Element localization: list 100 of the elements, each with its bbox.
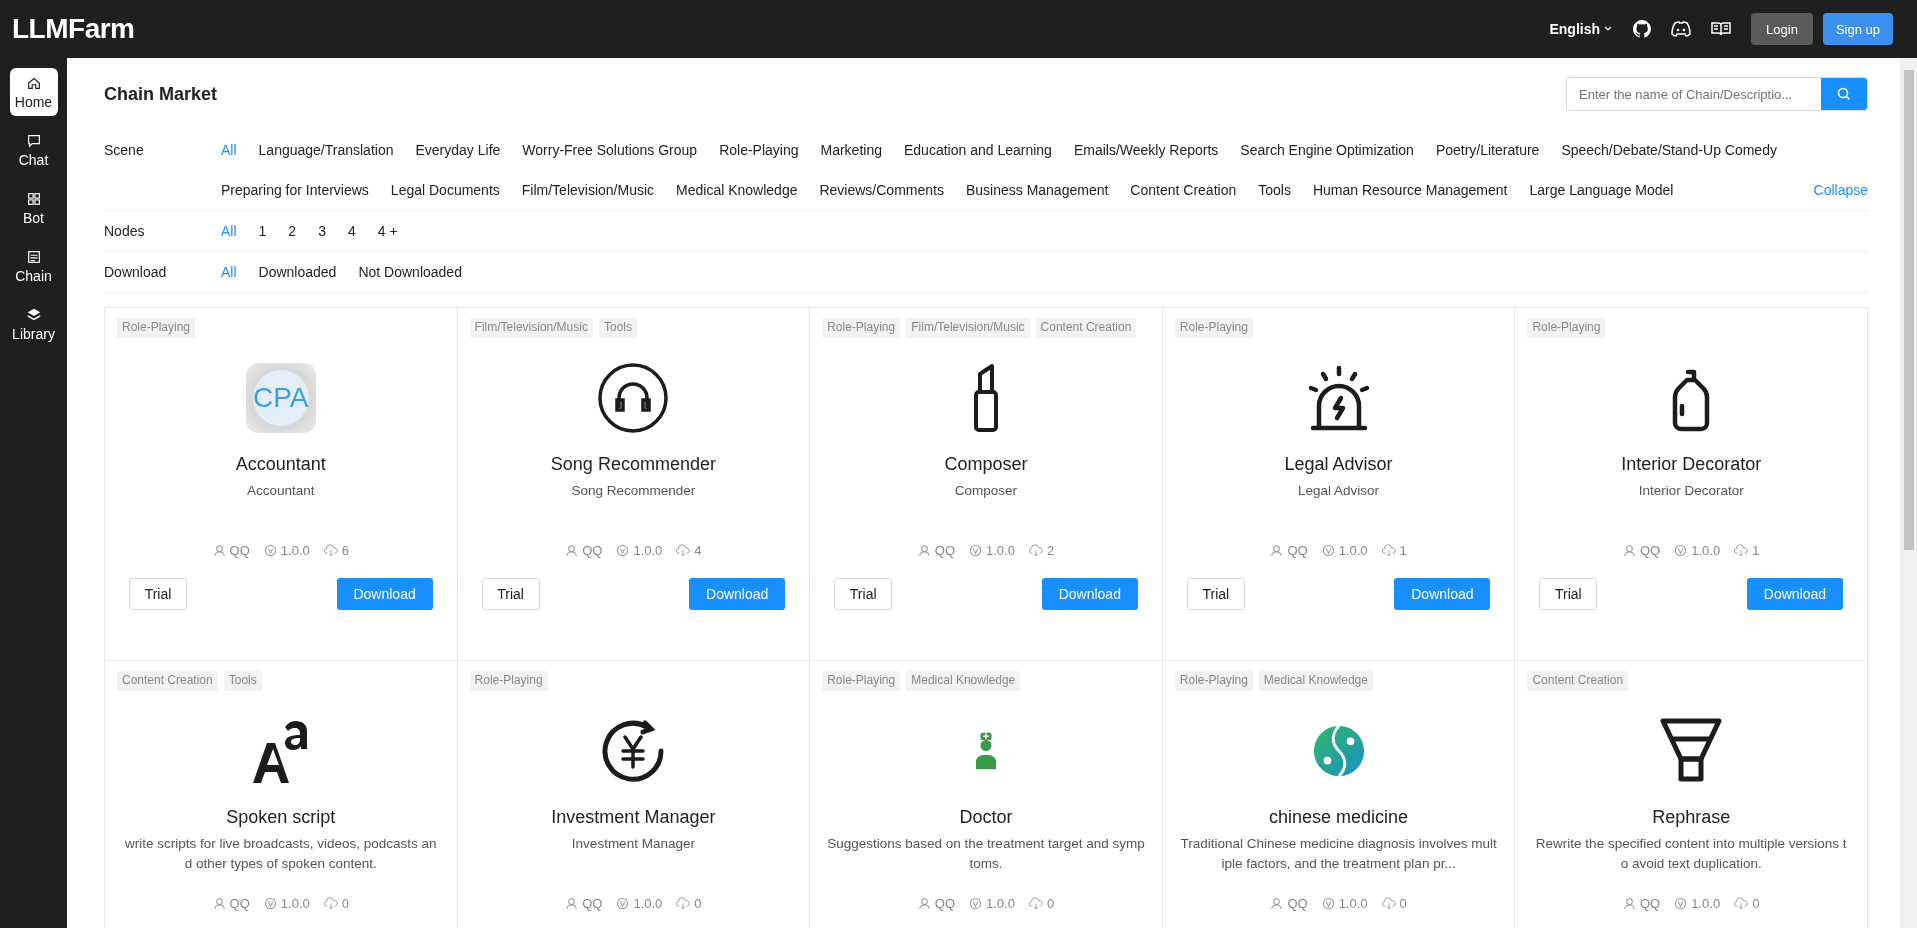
version-number: 1.0.0 [280, 543, 310, 558]
discord-icon[interactable] [1671, 21, 1691, 37]
version-badge-icon [1321, 897, 1335, 910]
filter-option[interactable]: Large Language Model [1529, 177, 1674, 203]
user-icon [1623, 544, 1636, 557]
card-title: Accountant [235, 454, 326, 475]
filter-option[interactable]: Preparing for Interviews [221, 177, 369, 203]
card-description: write scripts for live broadcasts, videos, podcasts and other types of spoken content. [124, 835, 438, 873]
filter-option[interactable]: Reviews/Comments [819, 177, 944, 203]
version-badge-icon [1321, 544, 1335, 557]
trial-button[interactable]: Trial [834, 578, 893, 610]
grid-icon [25, 190, 42, 207]
download-count: 6 [341, 543, 349, 558]
page-title: Chain Market [104, 83, 219, 105]
card-title: Doctor [959, 807, 1013, 828]
filter-option[interactable]: Downloaded [258, 259, 337, 285]
doctor-icon [975, 732, 997, 770]
card-title: Spoken script [226, 807, 336, 828]
filter-option[interactable]: Film/Television/Music [521, 177, 655, 203]
trial-button[interactable]: Trial [1186, 578, 1245, 610]
user-icon [565, 544, 579, 557]
sidebar-nav-item[interactable]: Home [9, 68, 58, 116]
filter-option[interactable]: Language/Translation [258, 137, 394, 163]
version-badge-icon [616, 544, 630, 557]
download-count: 1 [1399, 543, 1407, 558]
version-number: 1.0.0 [1691, 543, 1721, 558]
search-icon [1837, 87, 1851, 101]
filter-option[interactable]: Human Resource Management [1312, 177, 1508, 203]
user-icon [1270, 897, 1284, 910]
category-tag: Role-Playing [117, 318, 196, 338]
sidebar-nav-item[interactable]: Chain [9, 242, 58, 290]
card-description: Interior Decorator [1637, 482, 1745, 500]
filter-option[interactable]: Medical Knowledge [676, 177, 798, 203]
language-selector[interactable]: English [1549, 21, 1613, 37]
filter-option[interactable]: Not Downloaded [358, 259, 462, 285]
author-name: QQ [1287, 896, 1308, 911]
filter-label: Download [104, 263, 168, 282]
filter-option[interactable]: Worry-Free Solutions Group [522, 137, 698, 163]
card-description: Accountant [246, 482, 316, 500]
headphones-icon [597, 362, 670, 434]
sidebar-nav-item[interactable]: Chat [9, 126, 58, 174]
filter-option[interactable]: Education and Learning [903, 137, 1052, 163]
card-description: Investment Manager [570, 835, 696, 853]
filter-option[interactable]: Tools [1258, 177, 1291, 203]
filter-option[interactable]: 4 + [377, 218, 398, 244]
app-logo[interactable]: LLMFarm [12, 13, 135, 45]
card-title: Investment Manager [551, 807, 716, 828]
category-tag: Film/Television/Music [469, 318, 593, 338]
yin-yang-leaf-icon [1311, 724, 1366, 778]
card-title: Interior Decorator [1621, 454, 1762, 475]
trial-button[interactable]: Trial [129, 578, 187, 610]
search-button[interactable] [1821, 78, 1867, 110]
download-count: 1 [1752, 543, 1760, 558]
author-name: QQ [934, 896, 956, 911]
version-number: 1.0.0 [1691, 896, 1721, 911]
version-badge-icon [969, 544, 983, 557]
filter-option[interactable]: 4 [347, 218, 356, 244]
category-tag: Role-Playing [469, 671, 548, 691]
card-title: Rephrase [1652, 807, 1731, 828]
filter-option[interactable]: Role-Playing [719, 137, 799, 163]
filter-option[interactable]: Everyday Life [415, 137, 501, 163]
search-field[interactable]: Enter the name of Chain/Descriptio... [1566, 77, 1868, 111]
filter-option[interactable]: Content Creation [1130, 177, 1237, 203]
version-badge-icon [263, 544, 277, 557]
document-icon [25, 248, 42, 265]
filter-option[interactable]: Business Management [965, 177, 1109, 203]
author-name: QQ [582, 543, 603, 558]
login-button[interactable]: Login [1751, 13, 1813, 45]
user-icon [917, 897, 931, 910]
filter-option[interactable]: Emails/Weekly Reports [1073, 137, 1219, 163]
cloud-download-icon [1381, 897, 1396, 910]
author-name: QQ [1640, 543, 1661, 558]
filter-option[interactable]: 1 [258, 218, 267, 244]
filter-option[interactable]: Search Engine Optimization [1240, 137, 1414, 163]
author-name: QQ [1640, 896, 1661, 911]
cloud-download-icon [323, 544, 338, 557]
version-number: 1.0.0 [1338, 896, 1368, 911]
card-description: Traditional Chinese medicine diagnosis involves multiple factors, and the treatment plan pr... [1179, 835, 1498, 873]
category-tag: Role-Playing [1527, 318, 1606, 338]
filter-option[interactable]: Legal Documents [390, 177, 500, 203]
book-icon[interactable] [1711, 21, 1731, 37]
scrollbar-thumb[interactable] [1903, 70, 1914, 550]
version-number: 1.0.0 [633, 896, 663, 911]
filter-option[interactable]: 3 [318, 218, 326, 244]
filter-option[interactable]: Speech/Debate/Stand-Up Comedy [1561, 137, 1777, 163]
filter-option[interactable]: Marketing [820, 137, 882, 163]
trial-button[interactable]: Trial [481, 578, 540, 610]
category-tag: Tools [598, 318, 637, 338]
cloud-download-icon [1028, 544, 1043, 557]
version-badge-icon [1674, 544, 1688, 557]
filter-option[interactable]: 2 [288, 218, 297, 244]
sidebar-nav-item[interactable]: Bot [9, 184, 58, 232]
cloud-download-icon [1734, 897, 1749, 910]
version-number: 1.0.0 [986, 543, 1015, 558]
sidebar-nav-item[interactable]: Library [9, 300, 58, 348]
cpa-logo-icon: CPA [245, 363, 316, 433]
trial-button[interactable]: Trial [1539, 578, 1598, 610]
github-icon[interactable] [1633, 20, 1651, 38]
card-description: Rewrite the specified content into multiple versions to avoid text duplication. [1534, 835, 1848, 873]
filter-option[interactable]: Poetry/Literature [1435, 137, 1540, 163]
